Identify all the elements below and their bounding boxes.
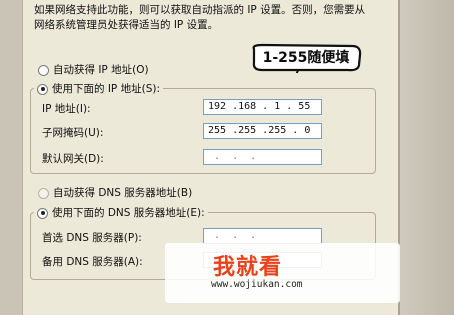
- manual-ip-option[interactable]: 使用下面的 IP 地址(S):: [34, 81, 163, 96]
- watermark-logo: 我就看: [213, 249, 282, 281]
- subnet-mask-field[interactable]: 255 .255 .255 . 0: [203, 123, 322, 139]
- handwritten-annotation: 1-255随便填: [248, 43, 364, 73]
- description-text: 如果网络支持此功能，则可以获取自动指派的 IP 设置。否则，您需要从网络系统管理…: [34, 4, 366, 31]
- watermark-banner: 我就看 www.wojiukan.com: [165, 243, 400, 303]
- preferred-dns-label: 首选 DNS 服务器(P):: [42, 232, 142, 244]
- auto-ip-option[interactable]: 自动获得 IP 地址(O): [38, 62, 149, 77]
- manual-dns-label: 使用下面的 DNS 服务器地址(E):: [52, 207, 205, 219]
- annotation-text: 1-255随便填: [262, 50, 350, 66]
- auto-dns-option[interactable]: 自动获得 DNS 服务器地址(B): [38, 185, 192, 200]
- watermark-logo-text: 我就看: [213, 255, 283, 280]
- alternate-dns-label: 备用 DNS 服务器(A):: [42, 256, 143, 268]
- ip-address-field[interactable]: 192 .168 . 1 . 55: [203, 99, 322, 115]
- auto-dns-label: 自动获得 DNS 服务器地址(B): [53, 187, 193, 199]
- background-edge: [400, 0, 454, 315]
- manual-dns-option[interactable]: 使用下面的 DNS 服务器地址(E):: [34, 205, 208, 220]
- auto-ip-label: 自动获得 IP 地址(O): [53, 64, 149, 76]
- preferred-dns-field[interactable]: . . .: [203, 228, 322, 244]
- gateway-label: 默认网关(D):: [42, 153, 104, 165]
- manual-ip-radio[interactable]: [37, 83, 48, 95]
- manual-ip-label: 使用下面的 IP 地址(S):: [52, 83, 160, 95]
- auto-ip-radio[interactable]: [38, 64, 49, 76]
- manual-dns-radio[interactable]: [37, 207, 48, 219]
- gateway-field[interactable]: . . .: [203, 149, 322, 165]
- ip-address-label: IP 地址(I):: [42, 103, 91, 115]
- auto-dns-radio[interactable]: [38, 187, 49, 199]
- watermark-url: www.wojiukan.com: [211, 279, 303, 290]
- subnet-mask-label: 子网掩码(U):: [42, 127, 104, 139]
